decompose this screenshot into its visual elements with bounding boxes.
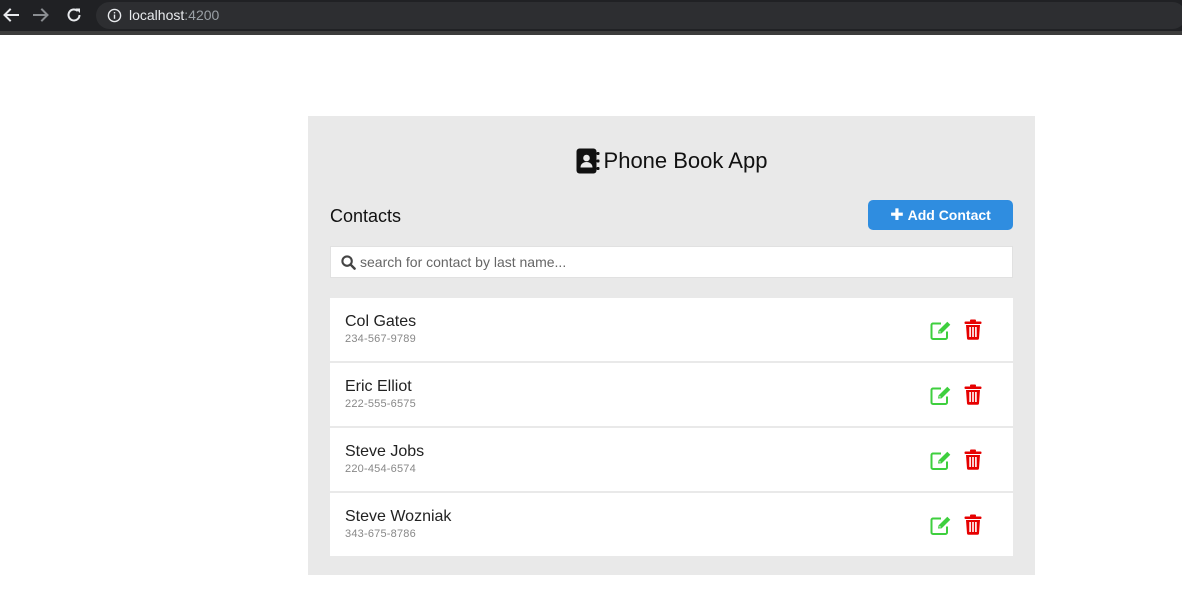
- contact-phone: 234-567-9789: [345, 333, 416, 345]
- edit-icon[interactable]: [930, 450, 952, 470]
- contact-list: Col Gates 234-567-9789 Eric Elliot 222-5…: [330, 298, 1013, 558]
- url-text[interactable]: localhost:4200: [129, 7, 219, 23]
- add-contact-button[interactable]: ✚ Add Contact: [868, 200, 1013, 230]
- url-port: :4200: [184, 7, 220, 23]
- contact-phone: 220-454-6574: [345, 463, 416, 475]
- contact-name: Col Gates: [345, 313, 417, 330]
- reload-icon: [67, 8, 81, 22]
- edit-icon[interactable]: [930, 320, 952, 340]
- phone-book-panel: Phone Book App Contacts ✚ Add Contact Co…: [308, 116, 1035, 575]
- trash-icon[interactable]: [964, 449, 982, 470]
- reload-button[interactable]: [63, 4, 85, 26]
- edit-icon[interactable]: [930, 385, 952, 405]
- forward-button[interactable]: [30, 4, 52, 26]
- plus-icon: ✚: [890, 207, 904, 224]
- search-icon: [341, 255, 356, 270]
- edit-icon[interactable]: [930, 515, 952, 535]
- trash-icon[interactable]: [964, 319, 982, 340]
- url-host: localhost: [129, 7, 185, 23]
- contact-row: Steve Wozniak 343-675-8786: [330, 493, 1013, 556]
- contact-name: Steve Jobs: [345, 443, 425, 460]
- contact-name: Steve Wozniak: [345, 508, 452, 525]
- info-icon[interactable]: [107, 8, 122, 23]
- address-book-icon: [576, 148, 600, 174]
- browser-toolbar: localhost:4200: [0, 0, 1182, 35]
- trash-icon[interactable]: [964, 514, 982, 535]
- contact-phone: 343-675-8786: [345, 528, 416, 540]
- contact-row: Steve Jobs 220-454-6574: [330, 428, 1013, 491]
- contact-name: Eric Elliot: [345, 378, 412, 395]
- back-button[interactable]: [0, 4, 22, 26]
- search-box: [330, 246, 1013, 278]
- back-arrow-icon: [3, 8, 19, 22]
- contact-row: Eric Elliot 222-555-6575: [330, 363, 1013, 426]
- contact-row: Col Gates 234-567-9789: [330, 298, 1013, 361]
- contact-phone: 222-555-6575: [345, 398, 416, 410]
- toolbar-divider: [0, 31, 1182, 35]
- forward-arrow-icon: [33, 8, 49, 22]
- contacts-heading: Contacts: [330, 206, 402, 226]
- add-contact-label: Add Contact: [907, 207, 991, 223]
- trash-icon[interactable]: [964, 384, 982, 405]
- search-input[interactable]: [360, 247, 1000, 277]
- app-title: Phone Book App: [308, 146, 1035, 176]
- address-bar[interactable]: localhost:4200: [96, 2, 1182, 29]
- app-title-text: Phone Book App: [603, 148, 768, 173]
